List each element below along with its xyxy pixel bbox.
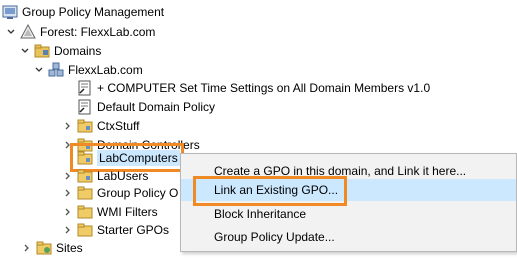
tree-item-ctxstuff[interactable]: CtxStuff	[63, 116, 139, 136]
folder-icon	[77, 185, 93, 201]
tree-forest[interactable]: Forest: FlexxLab.com	[6, 22, 155, 42]
ou-folder-icon	[77, 168, 93, 184]
tree-sites[interactable]: Sites	[22, 238, 83, 258]
tree-root[interactable]: Group Policy Management	[2, 2, 164, 22]
tree-item-label: Default Domain Policy	[97, 100, 216, 114]
chevron-right-icon[interactable]	[63, 171, 73, 181]
tree-item-label: LabUsers	[97, 169, 149, 183]
chevron-down-icon[interactable]	[34, 65, 44, 75]
chevron-right-icon[interactable]	[63, 121, 73, 131]
link-existing-gpo-highlight-box	[193, 176, 347, 206]
folder-icon	[77, 204, 93, 220]
sites-icon	[36, 240, 52, 256]
ou-folder-icon	[77, 118, 93, 134]
tree-domains-label: Domains	[54, 44, 102, 58]
chevron-right-icon[interactable]	[63, 188, 73, 198]
forest-icon	[20, 24, 36, 40]
tree-item-label: Starter GPOs	[97, 223, 170, 237]
tree-item-gpo-time[interactable]: + COMPUTER Set Time Settings on All Doma…	[63, 78, 430, 98]
tree-domains[interactable]: Domains	[20, 41, 101, 61]
tree-item-wmi-filters[interactable]: WMI Filters	[63, 202, 158, 222]
tree-item-default-domain-policy[interactable]: Default Domain Policy	[63, 97, 215, 117]
menu-item-group-policy-update[interactable]: Group Policy Update...	[181, 226, 516, 248]
tree-item-label: WMI Filters	[97, 205, 158, 219]
domain-icon	[48, 62, 64, 78]
gpo-link-icon	[77, 99, 93, 115]
tree-item-label: Group Policy O	[97, 186, 179, 200]
tree-item-starter-gpos[interactable]: Starter GPOs	[63, 220, 169, 240]
folder-icon	[77, 222, 93, 238]
menu-item-block-inheritance[interactable]: Block Inheritance	[181, 203, 516, 225]
gpm-console-icon	[2, 4, 18, 20]
tree-domain[interactable]: FlexxLab.com	[34, 60, 143, 80]
chevron-down-icon[interactable]	[20, 46, 30, 56]
chevron-right-icon[interactable]	[63, 207, 73, 217]
tree-item-label: CtxStuff	[97, 119, 140, 133]
tree-root-label: Group Policy Management	[22, 5, 165, 19]
tree-item-group-policy-objects[interactable]: Group Policy O	[63, 183, 178, 203]
chevron-right-icon[interactable]	[63, 225, 73, 235]
tree-forest-label: Forest: FlexxLab.com	[40, 25, 156, 39]
domains-folder-icon	[34, 43, 50, 59]
tree-domain-label: FlexxLab.com	[68, 63, 143, 77]
gpo-link-icon	[77, 80, 93, 96]
chevron-down-icon[interactable]	[6, 27, 16, 37]
tree-sites-label: Sites	[56, 241, 83, 255]
tree-item-label: + COMPUTER Set Time Settings on All Doma…	[97, 81, 431, 95]
